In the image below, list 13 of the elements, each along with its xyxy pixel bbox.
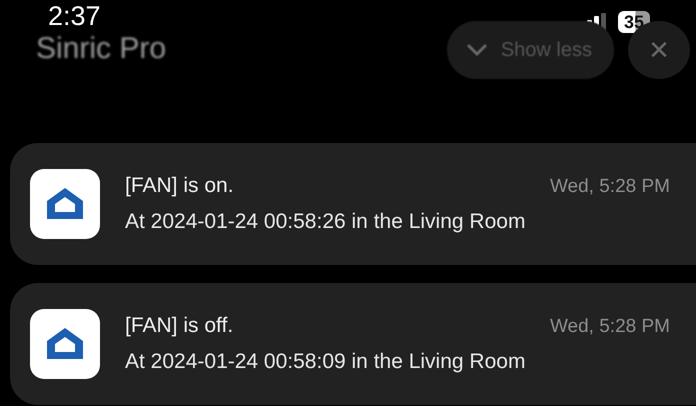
- notification-card[interactable]: [FAN] is on. Wed, 5:28 PM At 2024-01-24 00:58:26 in the Living Room: [10, 143, 696, 265]
- status-time: 2:37: [47, 0, 102, 32]
- notification-time: Wed, 5:28 PM: [550, 316, 670, 338]
- notification-card[interactable]: [FAN] is off. Wed, 5:28 PM At 2024-01-24 00:58:09 in the Living Room: [10, 283, 696, 405]
- notification-title: [FAN] is off.: [125, 314, 234, 338]
- notification-title: [FAN] is on.: [125, 174, 234, 198]
- chevron-down-icon: [466, 44, 487, 56]
- app-name: Sinric Pro: [36, 32, 166, 66]
- home-app-icon: [30, 169, 100, 239]
- home-app-icon: [30, 309, 100, 379]
- notification-body: At 2024-01-24 00:58:26 in the Living Room: [125, 210, 526, 234]
- notification-time: Wed, 5:28 PM: [550, 176, 670, 198]
- notification-body: At 2024-01-24 00:58:09 in the Living Room: [125, 350, 526, 374]
